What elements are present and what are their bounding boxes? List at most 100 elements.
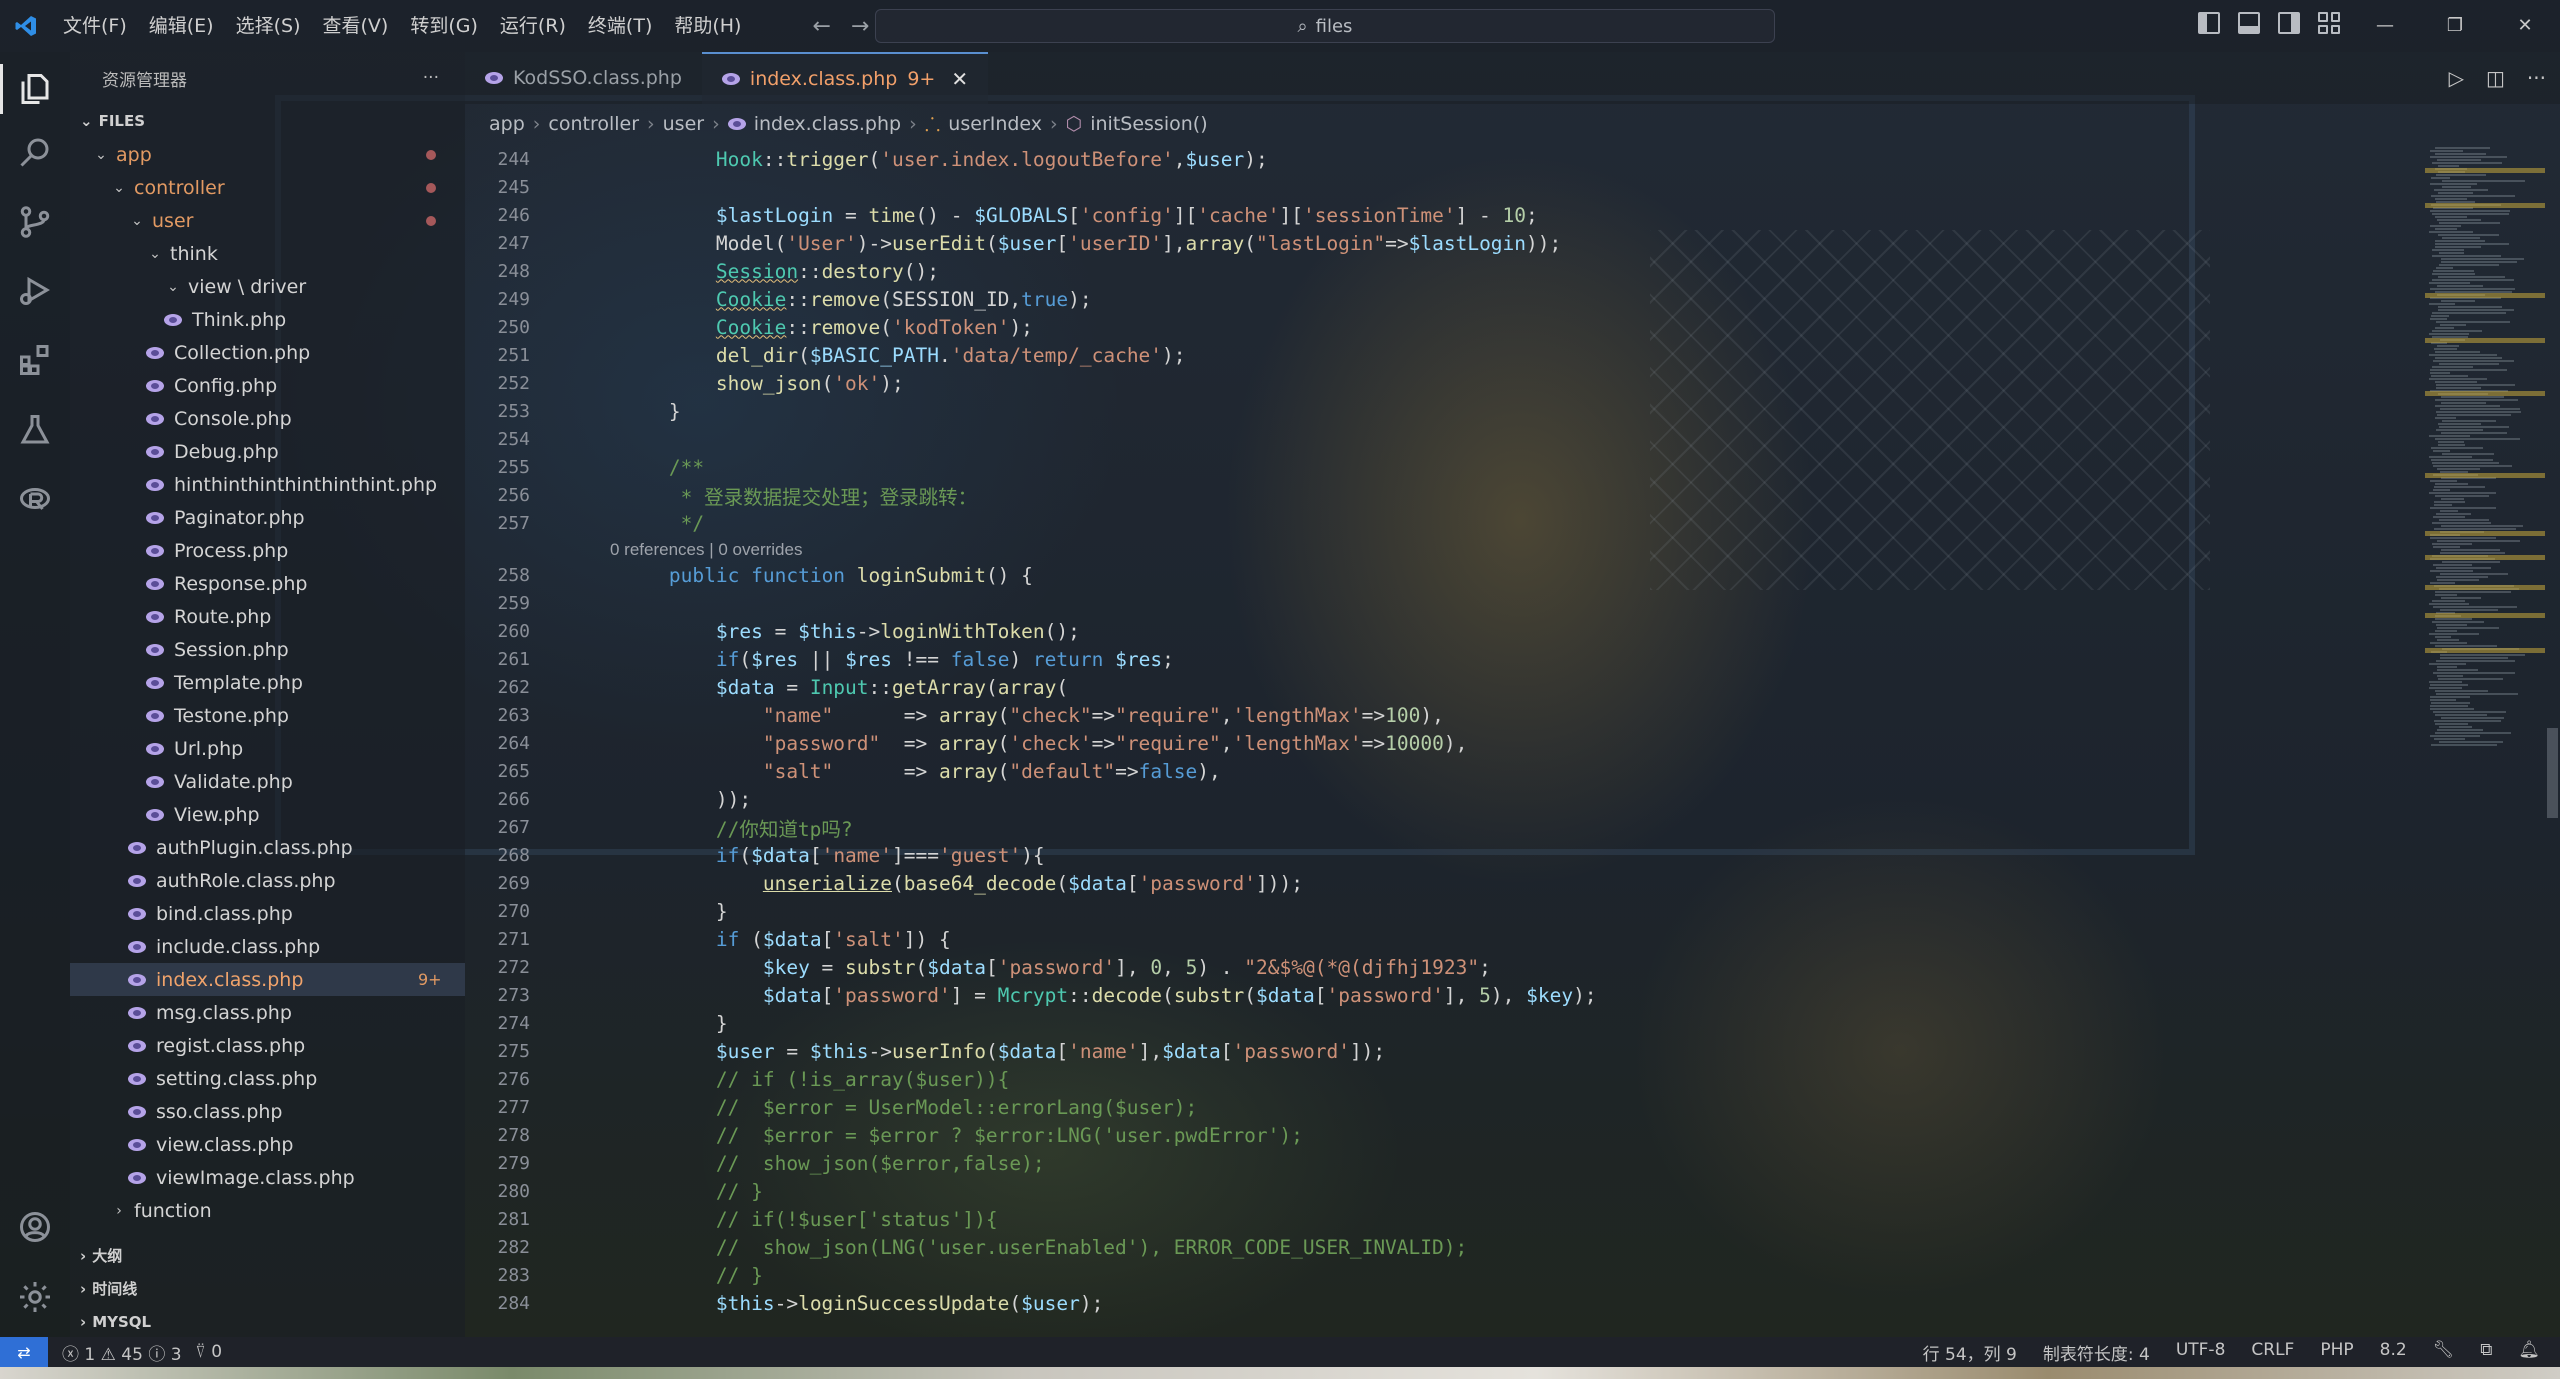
- code-line[interactable]: 260 $res = $this->loginWithToken();: [465, 617, 1079, 645]
- codelens-references[interactable]: 0 references | 0 overrides: [610, 537, 802, 563]
- run-debug-icon[interactable]: [15, 270, 55, 310]
- tree-file[interactable]: include.class.php: [70, 930, 465, 963]
- tab-kodsso[interactable]: KodSSO.class.php: [465, 52, 702, 104]
- breadcrumb-item[interactable]: controller: [548, 113, 639, 135]
- language-mode[interactable]: PHP: [2320, 1340, 2353, 1365]
- sidebar-section-header[interactable]: › 时间线: [70, 1272, 465, 1305]
- close-window-icon[interactable]: ✕: [2490, 0, 2560, 52]
- tab-size[interactable]: 制表符长度: 4: [2043, 1340, 2150, 1365]
- remote-indicator-icon[interactable]: ⇄: [0, 1337, 48, 1367]
- files-root-header[interactable]: ⌄ FILES: [70, 104, 465, 137]
- tree-file[interactable]: authPlugin.class.php: [70, 831, 465, 864]
- tree-file[interactable]: Route.php: [70, 600, 465, 633]
- tab-index-class[interactable]: index.class.php 9+ ✕: [701, 52, 989, 104]
- php-version[interactable]: 8.2: [2380, 1340, 2407, 1365]
- menu-help[interactable]: 帮助(H): [663, 0, 752, 52]
- toggle-secondary-sidebar-icon[interactable]: [2278, 12, 2300, 34]
- code-line[interactable]: 257 */: [465, 509, 704, 537]
- code-line[interactable]: 280 // }: [465, 1177, 762, 1205]
- tree-file[interactable]: Validate.php: [70, 765, 465, 798]
- command-center-search[interactable]: ⌕ files: [875, 9, 1775, 43]
- code-line[interactable]: 273 $data['password'] = Mcrypt::decode(s…: [465, 981, 1596, 1009]
- remote-explorer-icon[interactable]: [15, 480, 55, 520]
- tree-file[interactable]: view.class.php: [70, 1128, 465, 1161]
- search-view-icon[interactable]: [15, 132, 55, 172]
- code-line[interactable]: 254: [465, 425, 530, 453]
- source-control-icon[interactable]: [15, 202, 55, 242]
- tree-file[interactable]: Template.php: [70, 666, 465, 699]
- split-editor-icon[interactable]: ◫: [2486, 66, 2505, 90]
- tree-file[interactable]: authRole.class.php: [70, 864, 465, 897]
- tree-file[interactable]: Url.php: [70, 732, 465, 765]
- minimize-icon[interactable]: —: [2350, 0, 2420, 52]
- forward-arrow-icon[interactable]: →: [851, 14, 869, 39]
- explorer-icon[interactable]: [15, 69, 55, 109]
- settings-gear-icon[interactable]: [15, 1277, 55, 1317]
- code-line[interactable]: 268 if($data['name']==='guest'){: [465, 841, 1044, 869]
- tree-file[interactable]: regist.class.php: [70, 1029, 465, 1062]
- code-line[interactable]: 256 * 登录数据提交处理；登录跳转：: [465, 481, 977, 509]
- ports-indicator[interactable]: ⍢ 0: [196, 1342, 222, 1362]
- restore-icon[interactable]: ❐: [2420, 0, 2490, 52]
- menu-terminal[interactable]: 终端(T): [577, 0, 663, 52]
- code-line[interactable]: 274 }: [465, 1009, 727, 1037]
- tree-file[interactable]: sso.class.php: [70, 1095, 465, 1128]
- tree-file[interactable]: viewImage.class.php: [70, 1161, 465, 1194]
- tree-file[interactable]: Response.php: [70, 567, 465, 600]
- extensions-icon[interactable]: [15, 340, 55, 380]
- code-line[interactable]: 279 // show_json($error,false);: [465, 1149, 1044, 1177]
- minimap[interactable]: [2425, 143, 2545, 1337]
- code-line[interactable]: 282 // show_json(LNG('user.userEnabled')…: [465, 1233, 1467, 1261]
- code-line[interactable]: 250 Cookie::remove('kodToken');: [465, 313, 1032, 341]
- code-line[interactable]: 272 $key = substr($data['password'], 0, …: [465, 953, 1490, 981]
- tree-file[interactable]: Process.php: [70, 534, 465, 567]
- code-line[interactable]: 284 $this->loginSuccessUpdate($user);: [465, 1289, 1103, 1317]
- tree-folder[interactable]: › function: [70, 1194, 465, 1227]
- wrench-icon[interactable]: 🔧︎: [2433, 1340, 2455, 1365]
- code-line[interactable]: 277 // $error = UserModel::errorLang($us…: [465, 1093, 1197, 1121]
- cursor-position[interactable]: 行 54，列 9: [1923, 1340, 2017, 1365]
- tree-file[interactable]: Think.php: [70, 303, 465, 336]
- tree-file[interactable]: Console.php: [70, 402, 465, 435]
- sidebar-section-header[interactable]: › MYSQL: [70, 1305, 465, 1338]
- tree-file[interactable]: Collection.php: [70, 336, 465, 369]
- toggle-panel-icon[interactable]: [2238, 12, 2260, 34]
- toggle-primary-sidebar-icon[interactable]: [2198, 12, 2220, 34]
- code-line[interactable]: 253 }: [465, 397, 680, 425]
- customize-layout-icon[interactable]: [2318, 12, 2340, 34]
- more-actions-icon[interactable]: ···: [423, 68, 439, 88]
- code-line[interactable]: 261 if($res || $res !== false) return $r…: [465, 645, 1173, 673]
- back-arrow-icon[interactable]: ←: [812, 14, 830, 39]
- code-line[interactable]: 267 //你知道tp吗?: [465, 813, 852, 841]
- breadcrumb-item[interactable]: user: [663, 113, 704, 135]
- code-line[interactable]: 255 /**: [465, 453, 704, 481]
- tree-file[interactable]: hinthinthinthinthinthint.php: [70, 468, 465, 501]
- vertical-scrollbar[interactable]: [2545, 143, 2560, 1337]
- code-line[interactable]: 266 ));: [465, 785, 751, 813]
- tree-file[interactable]: Debug.php: [70, 435, 465, 468]
- bell-icon[interactable]: 🔔︎: [2518, 1340, 2540, 1365]
- tree-file[interactable]: Paginator.php: [70, 501, 465, 534]
- tree-folder[interactable]: ⌄ user: [70, 204, 465, 237]
- code-line[interactable]: 247 Model('User')->userEdit($user['userI…: [465, 229, 1561, 257]
- breadcrumb-item[interactable]: initSession(): [1090, 113, 1207, 135]
- code-line[interactable]: 283 // }: [465, 1261, 762, 1289]
- sidebar-section-header[interactable]: › 大纲: [70, 1239, 465, 1272]
- breadcrumb-item[interactable]: app: [489, 113, 525, 135]
- menu-selection[interactable]: 选择(S): [225, 0, 312, 52]
- tree-file[interactable]: bind.class.php: [70, 897, 465, 930]
- menu-file[interactable]: 文件(F): [52, 0, 138, 52]
- tree-file[interactable]: View.php: [70, 798, 465, 831]
- code-line[interactable]: 252 show_json('ok');: [465, 369, 903, 397]
- eol[interactable]: CRLF: [2251, 1340, 2294, 1365]
- code-line[interactable]: 249 Cookie::remove(SESSION_ID,true);: [465, 285, 1091, 313]
- tree-folder[interactable]: ⌄ think: [70, 237, 465, 270]
- tree-file[interactable]: msg.class.php: [70, 996, 465, 1029]
- menu-run[interactable]: 运行(R): [489, 0, 577, 52]
- menu-view[interactable]: 查看(V): [312, 0, 400, 52]
- close-tab-icon[interactable]: ✕: [951, 67, 968, 91]
- tree-file[interactable]: Session.php: [70, 633, 465, 666]
- tree-file[interactable]: Config.php: [70, 369, 465, 402]
- code-line[interactable]: 262 $data = Input::getArray(array(: [465, 673, 1068, 701]
- code-line[interactable]: 278 // $error = $error ? $error:LNG('use…: [465, 1121, 1302, 1149]
